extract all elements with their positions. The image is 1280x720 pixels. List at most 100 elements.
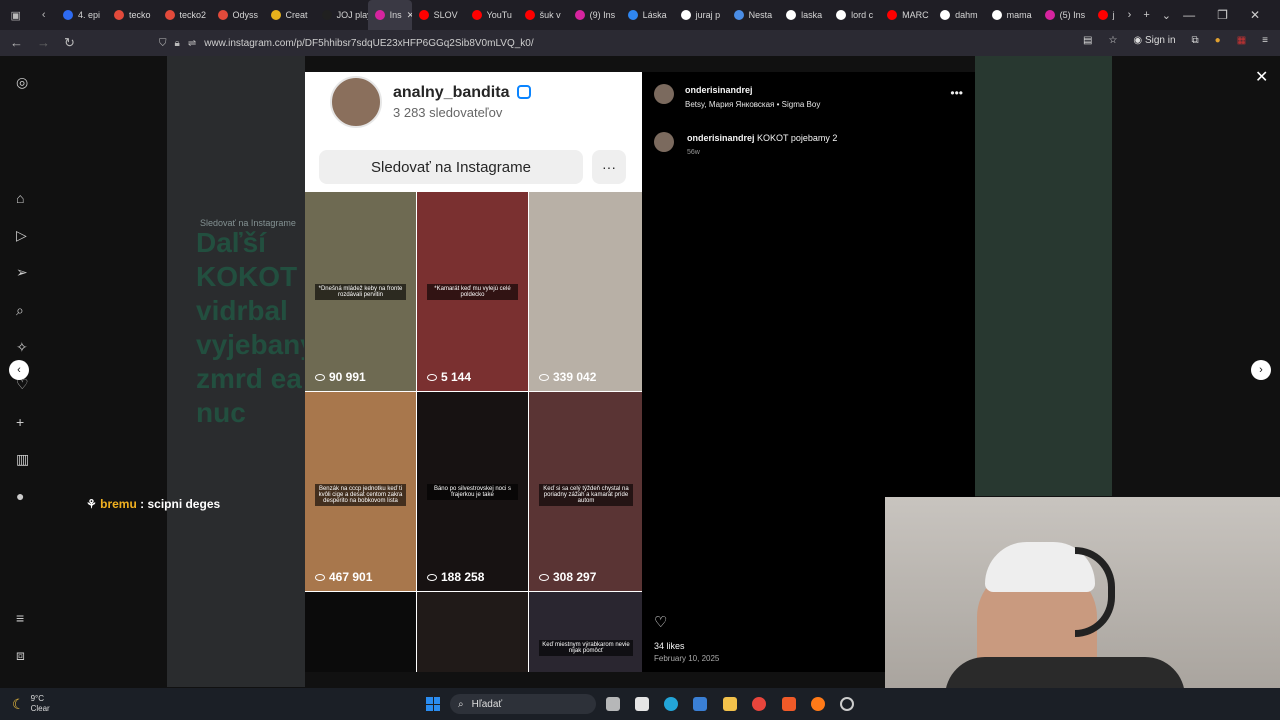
restore-icon[interactable]: ❐ xyxy=(1217,8,1228,22)
reel-thumbnail[interactable]: Keď miestnym výrabkarom nevie nijak pomô… xyxy=(529,592,642,672)
browser-tab[interactable]: Odyss xyxy=(211,0,264,30)
windows-start-icon[interactable] xyxy=(426,697,440,711)
window-controls: — ❐ ✕ xyxy=(1183,0,1280,30)
minimize-icon[interactable]: — xyxy=(1183,8,1195,22)
extension-red-icon[interactable]: ▦ xyxy=(1237,35,1246,46)
close-window-icon[interactable]: ✕ xyxy=(1250,8,1260,22)
browser-tab[interactable]: laska xyxy=(779,0,829,30)
file-explorer-icon[interactable] xyxy=(723,697,737,711)
forward-icon[interactable]: → xyxy=(37,35,50,51)
explore-icon[interactable]: ✧ xyxy=(16,339,28,356)
taskbar-search[interactable]: ⌕ Hľadať xyxy=(450,694,596,714)
reel-thumbnail[interactable]: *Dnešná mládež keby na fronte rozdávali … xyxy=(305,192,416,391)
lock-icon[interactable]: 🔒︎ xyxy=(175,38,180,49)
browser-tab[interactable]: (5) Ins xyxy=(1038,0,1091,30)
tab-scroll-right-icon[interactable]: › xyxy=(1128,9,1132,22)
browser-tab[interactable]: j xyxy=(1091,0,1122,30)
author-avatar[interactable] xyxy=(654,84,674,104)
post-author[interactable]: onderisinandrej xyxy=(685,85,753,95)
account-icon[interactable]: ◉ Sign in xyxy=(1133,35,1175,46)
messages-icon[interactable]: ➢ xyxy=(16,264,28,281)
permissions-icon[interactable]: ⇌ xyxy=(188,38,196,49)
home-icon[interactable]: ⌂ xyxy=(16,190,24,206)
browser-tab[interactable]: YouTu xyxy=(465,0,518,30)
reels-icon[interactable]: ▷ xyxy=(16,227,27,244)
tab-scroll-left-icon[interactable]: ‹ xyxy=(42,9,46,22)
brave-icon[interactable] xyxy=(782,697,796,711)
browser-tab[interactable]: 4. epi xyxy=(56,0,107,30)
search-icon[interactable]: ⌕ xyxy=(16,302,24,319)
app-icon[interactable] xyxy=(693,697,707,711)
browser-tab[interactable]: Nesta xyxy=(727,0,780,30)
more-options-button[interactable]: ··· xyxy=(592,150,626,184)
reel-thumbnail[interactable]: 339 042 xyxy=(529,192,642,391)
browser-tab[interactable]: tecko xyxy=(107,0,158,30)
previous-post-arrow-icon[interactable]: ‹ xyxy=(9,360,29,380)
reel-views: 5 144 xyxy=(427,370,471,384)
browser-tab[interactable]: lord c xyxy=(829,0,880,30)
browser-tab[interactable]: juraj p xyxy=(674,0,727,30)
browser-tab[interactable]: SLOV xyxy=(412,0,465,30)
comment-user[interactable]: onderisinandrej xyxy=(687,133,755,143)
tab-overview-icon[interactable]: ▣ xyxy=(10,9,20,22)
like-heart-icon[interactable]: ♡ xyxy=(654,613,667,631)
audio-track[interactable]: Betsy, Мария Янковская • Sigma Boy xyxy=(685,100,820,109)
opera-gx-icon[interactable] xyxy=(840,697,854,711)
tab-favicon-icon xyxy=(733,10,744,20)
tab-favicon-icon xyxy=(836,10,847,20)
reel-caption: Benzák na cccp jednotku keď ti kvôli cig… xyxy=(315,484,406,506)
avatar[interactable] xyxy=(330,76,382,128)
close-icon[interactable]: ✕ xyxy=(1255,67,1268,87)
insights-icon[interactable]: ▥ xyxy=(16,451,29,468)
browser-tab[interactable]: MARC xyxy=(880,0,933,30)
reel-thumbnail[interactable]: Báno po silvestrovskej noci s frajerkou … xyxy=(417,392,528,591)
meta-icon[interactable]: ⧈ xyxy=(16,647,25,664)
reload-icon[interactable]: ↻ xyxy=(64,35,75,51)
weather-widget[interactable]: ☾ 9°C Clear xyxy=(12,694,50,714)
browser-tab[interactable]: dahm xyxy=(933,0,985,30)
browser-tab[interactable]: (9) Ins xyxy=(568,0,621,30)
browser-tab[interactable]: Ins ✕ xyxy=(367,0,412,30)
edge-icon[interactable] xyxy=(664,697,678,711)
comment-avatar[interactable] xyxy=(654,132,674,152)
profile-username[interactable]: analny_bandita xyxy=(393,84,509,102)
browser-tab[interactable]: tecko2 xyxy=(158,0,211,30)
more-icon[interactable]: ••• xyxy=(950,86,963,100)
new-tab-icon[interactable]: + xyxy=(1143,9,1149,22)
menu-icon[interactable]: ≡ xyxy=(1262,35,1268,46)
menu-lines-icon[interactable]: ≡ xyxy=(16,610,24,626)
sign-in-label[interactable]: Sign in xyxy=(1145,35,1176,46)
bookmark-star-icon[interactable]: ☆ xyxy=(1108,35,1117,46)
tab-list-icon[interactable]: ⌄ xyxy=(1162,9,1171,22)
browser-tab[interactable]: mama xyxy=(985,0,1038,30)
extensions-icon[interactable]: ⧉ xyxy=(1192,35,1199,46)
tab-favicon-icon xyxy=(63,10,73,20)
follow-button[interactable]: Sledovať na Instagrame xyxy=(319,150,583,184)
like-count[interactable]: 34 likes xyxy=(654,641,685,651)
extension-icon[interactable]: ● xyxy=(1215,35,1221,46)
store-icon[interactable] xyxy=(635,697,649,711)
shield-icon[interactable]: ⛉ xyxy=(159,38,167,49)
reader-icon[interactable]: ▤ xyxy=(1083,35,1092,46)
reel-thumbnail[interactable] xyxy=(305,592,416,672)
browser-tab[interactable]: JOJ play xyxy=(315,0,368,30)
url-text[interactable]: www.instagram.com/p/DF5hhibsr7sdqUE23xHF… xyxy=(204,38,533,49)
next-post-arrow-icon[interactable]: › xyxy=(1251,360,1271,380)
url-field[interactable]: ⛉ 🔒︎ ⇌ www.instagram.com/p/DF5hhibsr7sdq… xyxy=(155,33,1045,53)
create-icon[interactable]: + xyxy=(16,414,24,430)
reel-thumbnail[interactable]: Benzák na cccp jednotku keď ti kvôli cig… xyxy=(305,392,416,591)
reel-thumbnail[interactable]: *Kamarát keď mu vylejú celé poldecko 5 14… xyxy=(417,192,528,391)
browser-tab[interactable]: šuk v xyxy=(518,0,568,30)
tab-favicon-icon xyxy=(270,10,281,20)
back-icon[interactable]: ← xyxy=(10,35,23,51)
instagram-icon[interactable]: ◎ xyxy=(16,74,28,91)
browser-tab[interactable]: Láska xyxy=(621,0,674,30)
chrome-icon[interactable] xyxy=(752,697,766,711)
browser-tab[interactable]: Creat xyxy=(264,0,315,30)
reel-thumbnail[interactable] xyxy=(417,592,528,672)
instagram-logo-icon[interactable] xyxy=(517,85,531,99)
task-view-icon[interactable] xyxy=(606,697,620,711)
firefox-icon[interactable] xyxy=(811,697,825,711)
profile-icon[interactable]: ● xyxy=(16,488,24,504)
reel-thumbnail[interactable]: Keď si sa celý týždeň chystal na poriadn… xyxy=(529,392,642,591)
